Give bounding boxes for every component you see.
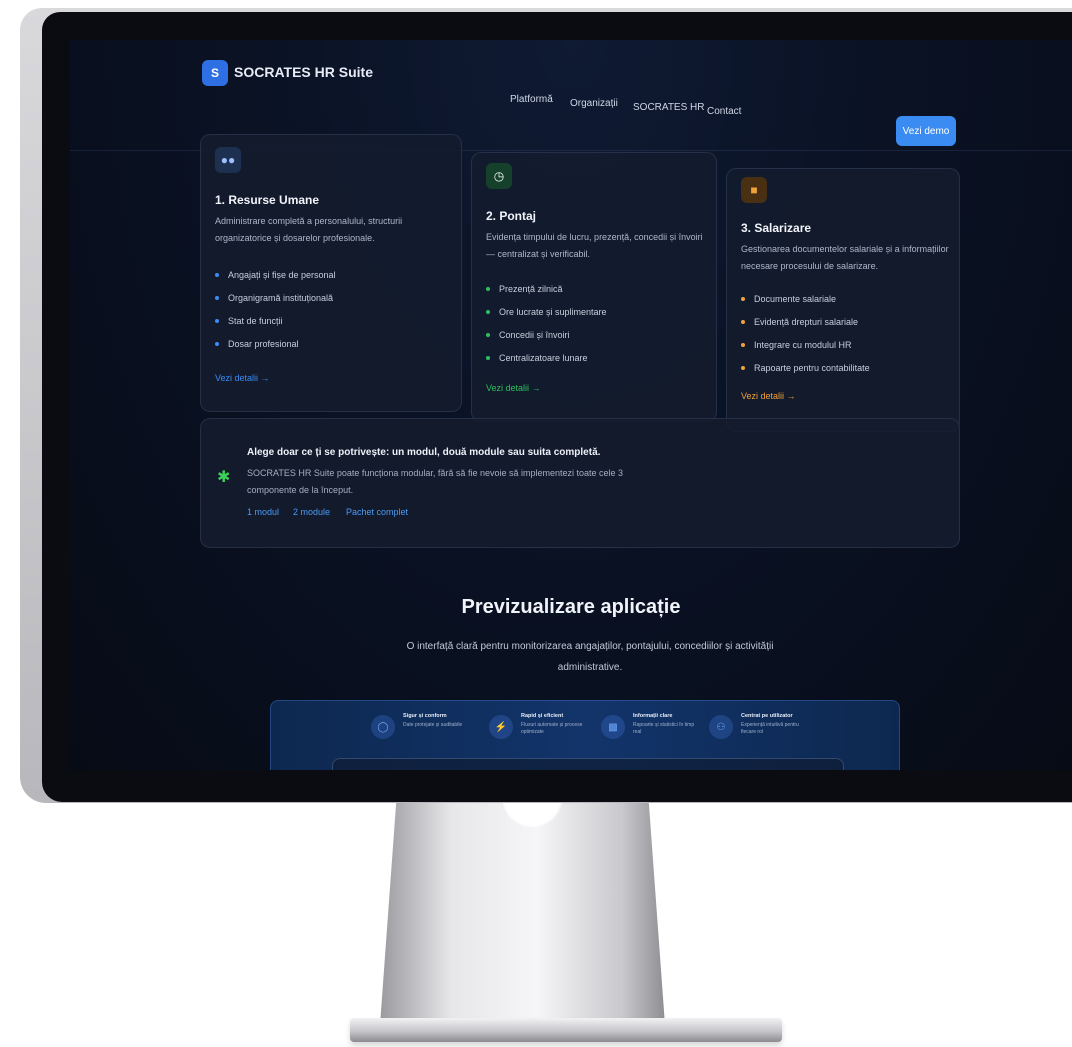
feature-title: Centrat pe utilizator [741,713,793,719]
details-link-salarizare[interactable]: Vezi detalii → [741,391,796,401]
module-title: 3. Salarizare [741,221,812,235]
module-title: 2. Pontaj [486,209,537,223]
chart-icon: ▩ [601,715,625,739]
details-link-hr[interactable]: Vezi detalii → [215,373,270,383]
feature-text: Rapoarte și statistici în timp real [633,722,695,735]
shield-icon: ◯ [371,715,395,739]
wallet-icon: ■ [741,177,767,203]
list-item: Integrare cu modulul HR [741,333,870,356]
screen: S SOCRATES HR Suite Platformă Organizați… [70,40,1072,770]
feature-title: Sigur și conform [403,713,447,719]
bullet-icon [741,296,745,301]
bullet-icon [215,295,219,300]
option-link-1-modul[interactable]: 1 modul [247,507,279,517]
module-card-pontaj: ◷ 2. Pontaj Evidența timpului de lucru, … [471,152,717,422]
module-feature-list: Angajați și fișe de personal Organigramă… [215,263,336,355]
list-item: Organigramă instituțională [215,286,336,309]
list-item: Stat de funcții [215,309,336,332]
clock-icon: ◷ [486,163,512,189]
option-link-pachet-complet[interactable]: Pachet complet [346,507,408,517]
brand-name[interactable]: SOCRATES HR Suite [234,64,373,80]
feature-item: ▩ Informații clare Rapoarte și statistic… [601,713,711,753]
feature-item: ⚇ Centrat pe utilizator Experiență intui… [709,713,819,753]
bullet-icon [486,286,490,291]
demo-button[interactable]: Vezi demo [896,116,956,146]
bullet-icon [741,319,745,324]
nav-link-contact[interactable]: Contact [707,106,741,117]
list-item: Prezență zilnică [486,277,607,300]
bullet-icon [486,309,490,314]
section-title: Previzualizare aplicație [461,596,681,618]
feature-text: Date protejate și auditabile [403,722,463,728]
bullet-icon [741,365,745,370]
module-title: 1. Resurse Umane [215,193,320,207]
nav-link-socrates-hr[interactable]: SOCRATES HR [633,102,705,113]
list-item: Rapoarte pentru contabilitate [741,356,870,379]
list-item: Centralizatoare lunare [486,346,607,369]
option-link-2-module[interactable]: 2 module [293,507,330,517]
list-item: Documente salariale [741,287,870,310]
bullet-icon [486,332,490,337]
bullet-icon [215,341,219,346]
banner-text: SOCRATES HR Suite poate funcționa modula… [247,468,624,495]
list-item: Dosar profesional [215,332,336,355]
module-description: Evidența timpului de lucru, prezență, co… [486,232,703,259]
monitor-stand-base [350,1018,782,1042]
list-item: Angajați și fișe de personal [215,263,336,286]
feature-title: Rapid și eficient [521,713,564,719]
module-description: Gestionarea documentelor salariale și a … [741,244,949,271]
list-item: Evidență drepturi salariale [741,310,870,333]
bullet-icon [741,342,745,347]
people-icon: ●● [215,147,241,173]
feature-item: ◯ Sigur și conform Date protejate și aud… [371,713,481,753]
nav-link-organizatii[interactable]: Organizații [570,98,618,109]
module-feature-list: Documente salariale Evidență drepturi sa… [741,287,870,379]
module-description: Administrare completă a personalului, st… [215,216,403,243]
module-card-salarizare: ■ 3. Salarizare Gestionarea documentelor… [726,168,960,432]
app-preview-frame [332,758,844,770]
bullet-icon [215,272,219,277]
section-subtitle: O interfață clară pentru monitorizarea a… [406,641,774,673]
bolt-icon: ⚡ [489,715,513,739]
bullet-icon [215,318,219,323]
banner-title: Alege doar ce ți se potrivește: un modul… [247,447,601,458]
feature-text: Experiență intuitivă pentru fiecare rol [741,722,799,735]
feature-title: Informații clare [633,713,673,719]
logo-icon[interactable]: S [202,60,228,86]
users-icon: ⚇ [709,715,733,739]
puzzle-icon: ✱ [217,469,231,486]
feature-item: ⚡ Rapid și eficient Fluxuri automate și … [489,713,599,753]
module-card-hr: ●● 1. Resurse Umane Administrare complet… [200,134,462,412]
modular-banner: ✱ Alege doar ce ți se potrivește: un mod… [200,418,960,548]
nav-link-platforma[interactable]: Platformă [510,94,553,105]
details-link-pontaj[interactable]: Vezi detalii → [486,383,541,393]
feature-text: Fluxuri automate și procese optimizate [521,722,583,735]
module-feature-list: Prezență zilnică Ore lucrate și suplimen… [486,277,607,369]
bullet-icon [486,355,490,360]
list-item: Concedii și învoiri [486,323,607,346]
list-item: Ore lucrate și suplimentare [486,300,607,323]
